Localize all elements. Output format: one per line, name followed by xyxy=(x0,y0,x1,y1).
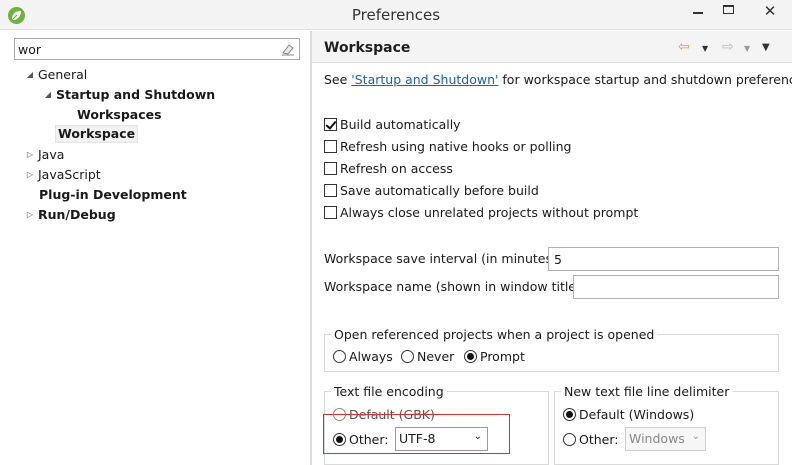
radio-default-delimiter[interactable]: Default (Windows) xyxy=(563,406,694,424)
radio-button[interactable] xyxy=(333,350,346,363)
collapsed-triangle-icon[interactable]: ▷ xyxy=(24,165,36,185)
chevron-down-icon: ⌄ xyxy=(691,431,700,442)
tree-item-javascript[interactable]: ▷ JavaScript xyxy=(24,164,103,184)
save-interval-label: Workspace save interval (in minutes): xyxy=(324,251,562,266)
title-bar: Preferences ✕ xyxy=(0,0,792,30)
preference-page: Workspace ⇦ ▼ ⇨ ▼ ▼ See 'Startup and Shu… xyxy=(312,31,792,465)
tree-item-label: Workspace xyxy=(55,124,139,143)
radio-other-delimiter[interactable]: Other: xyxy=(563,431,618,449)
workspace-name-field[interactable] xyxy=(573,275,779,299)
checkbox-box[interactable] xyxy=(324,162,337,175)
expanded-triangle-icon[interactable]: ◢ xyxy=(42,85,54,105)
see-also-text: See 'Startup and Shutdown' for workspace… xyxy=(324,72,792,87)
back-arrow-icon[interactable]: ⇦ xyxy=(678,39,690,55)
save-interval-row: Workspace save interval (in minutes): xyxy=(324,247,779,271)
radio-button[interactable] xyxy=(563,408,576,421)
save-interval-input[interactable] xyxy=(549,248,778,270)
tree-item-label: Workspaces xyxy=(77,106,162,122)
radio-label: Default (Windows) xyxy=(579,407,695,422)
radio-always[interactable]: Always xyxy=(333,348,393,366)
window-title: Preferences xyxy=(351,6,441,24)
save-before-build-checkbox[interactable]: Save automatically before build xyxy=(324,182,539,200)
filter-field[interactable] xyxy=(14,38,300,60)
checkbox-label: Build automatically xyxy=(340,117,461,132)
page-title: Workspace xyxy=(324,40,411,56)
line-delimiter-select-value: Windows xyxy=(629,431,685,446)
tree-item-startup-and-shutdown[interactable]: ◢ Startup and Shutdown xyxy=(42,84,217,104)
see-suffix: for workspace startup and shutdown prefe… xyxy=(498,72,792,87)
tree-item-label: Startup and Shutdown xyxy=(56,86,216,102)
tree-item-general[interactable]: ◢ General xyxy=(24,64,89,84)
close-icon: ✕ xyxy=(763,2,777,20)
eraser-icon[interactable] xyxy=(281,42,295,56)
radio-button[interactable] xyxy=(401,350,414,363)
checkbox-label: Refresh on access xyxy=(340,161,453,176)
checkbox-box[interactable] xyxy=(324,140,337,153)
tree-item-workspace[interactable]: Workspace xyxy=(55,123,139,143)
expanded-triangle-icon[interactable]: ◢ xyxy=(24,65,36,85)
refresh-on-access-checkbox[interactable]: Refresh on access xyxy=(324,160,453,178)
checkbox-label: Refresh using native hooks or polling xyxy=(340,139,572,154)
line-delimiter-group: New text file line delimiter Default (Wi… xyxy=(554,384,779,465)
tree-item-java[interactable]: ▷ Java xyxy=(24,144,66,164)
maximize-icon xyxy=(723,5,734,14)
tree-item-label: Java xyxy=(38,146,65,162)
radio-label: Prompt xyxy=(480,349,525,364)
annotation-highlight-box xyxy=(323,414,510,454)
build-automatically-checkbox[interactable]: Build automatically xyxy=(324,116,461,134)
checkbox-box[interactable] xyxy=(324,206,337,219)
page-header: Workspace ⇦ ▼ ⇨ ▼ ▼ xyxy=(312,31,792,63)
close-button[interactable]: ✕ xyxy=(748,0,792,22)
radio-label: Other: xyxy=(579,432,619,447)
workspace-name-input[interactable] xyxy=(574,276,778,298)
radio-prompt[interactable]: Prompt xyxy=(464,348,525,366)
collapsed-triangle-icon[interactable]: ▷ xyxy=(24,145,36,165)
open-referenced-projects-group: Open referenced projects when a project … xyxy=(324,327,779,372)
minimize-icon xyxy=(693,12,703,14)
view-menu-icon[interactable]: ▼ xyxy=(762,42,770,53)
line-delimiter-select[interactable]: Windows ⌄ xyxy=(625,427,706,451)
filter-input[interactable] xyxy=(18,40,278,58)
radio-button[interactable] xyxy=(464,350,477,363)
checkbox-label: Save automatically before build xyxy=(340,183,539,198)
collapsed-triangle-icon[interactable]: ▷ xyxy=(24,205,36,225)
preference-navigation-pane: ◢General ◢Startup and Shutdown Workspace… xyxy=(0,31,310,465)
tree-item-label: JavaScript xyxy=(38,166,101,182)
save-interval-field[interactable] xyxy=(548,247,779,271)
tree-item-plug-in-development[interactable]: Plug-in Development xyxy=(37,184,189,204)
close-unrelated-projects-checkbox[interactable]: Always close unrelated projects without … xyxy=(324,204,638,222)
radio-button[interactable] xyxy=(563,433,576,446)
minimize-button[interactable] xyxy=(683,0,713,22)
checkbox-box[interactable] xyxy=(324,184,337,197)
tree-item-workspaces[interactable]: Workspaces xyxy=(75,104,164,124)
radio-label: Always xyxy=(349,349,393,364)
checkbox-box[interactable] xyxy=(324,118,337,131)
group-title: Text file encoding xyxy=(331,384,447,399)
tree-item-label: Plug-in Development xyxy=(39,186,187,202)
tree-item-label: Run/Debug xyxy=(38,206,116,222)
tree-item-label: General xyxy=(38,66,88,82)
group-title: New text file line delimiter xyxy=(561,384,733,399)
forward-history-dropdown-icon[interactable]: ▼ xyxy=(744,44,750,53)
tree-item-run-debug[interactable]: ▷ Run/Debug xyxy=(24,204,118,224)
checkbox-label: Always close unrelated projects without … xyxy=(340,205,639,220)
see-prefix: See xyxy=(324,72,352,87)
group-title: Open referenced projects when a project … xyxy=(331,327,658,342)
workspace-name-label: Workspace name (shown in window title): xyxy=(324,279,586,294)
maximize-button[interactable] xyxy=(714,0,744,22)
radio-label: Never xyxy=(417,349,455,364)
back-history-dropdown-icon[interactable]: ▼ xyxy=(702,44,708,53)
forward-arrow-icon[interactable]: ⇨ xyxy=(722,39,734,55)
workspace-name-row: Workspace name (shown in window title): xyxy=(324,275,779,299)
radio-never[interactable]: Never xyxy=(401,348,454,366)
startup-and-shutdown-link[interactable]: 'Startup and Shutdown' xyxy=(351,72,498,87)
refresh-native-hooks-checkbox[interactable]: Refresh using native hooks or polling xyxy=(324,138,572,156)
